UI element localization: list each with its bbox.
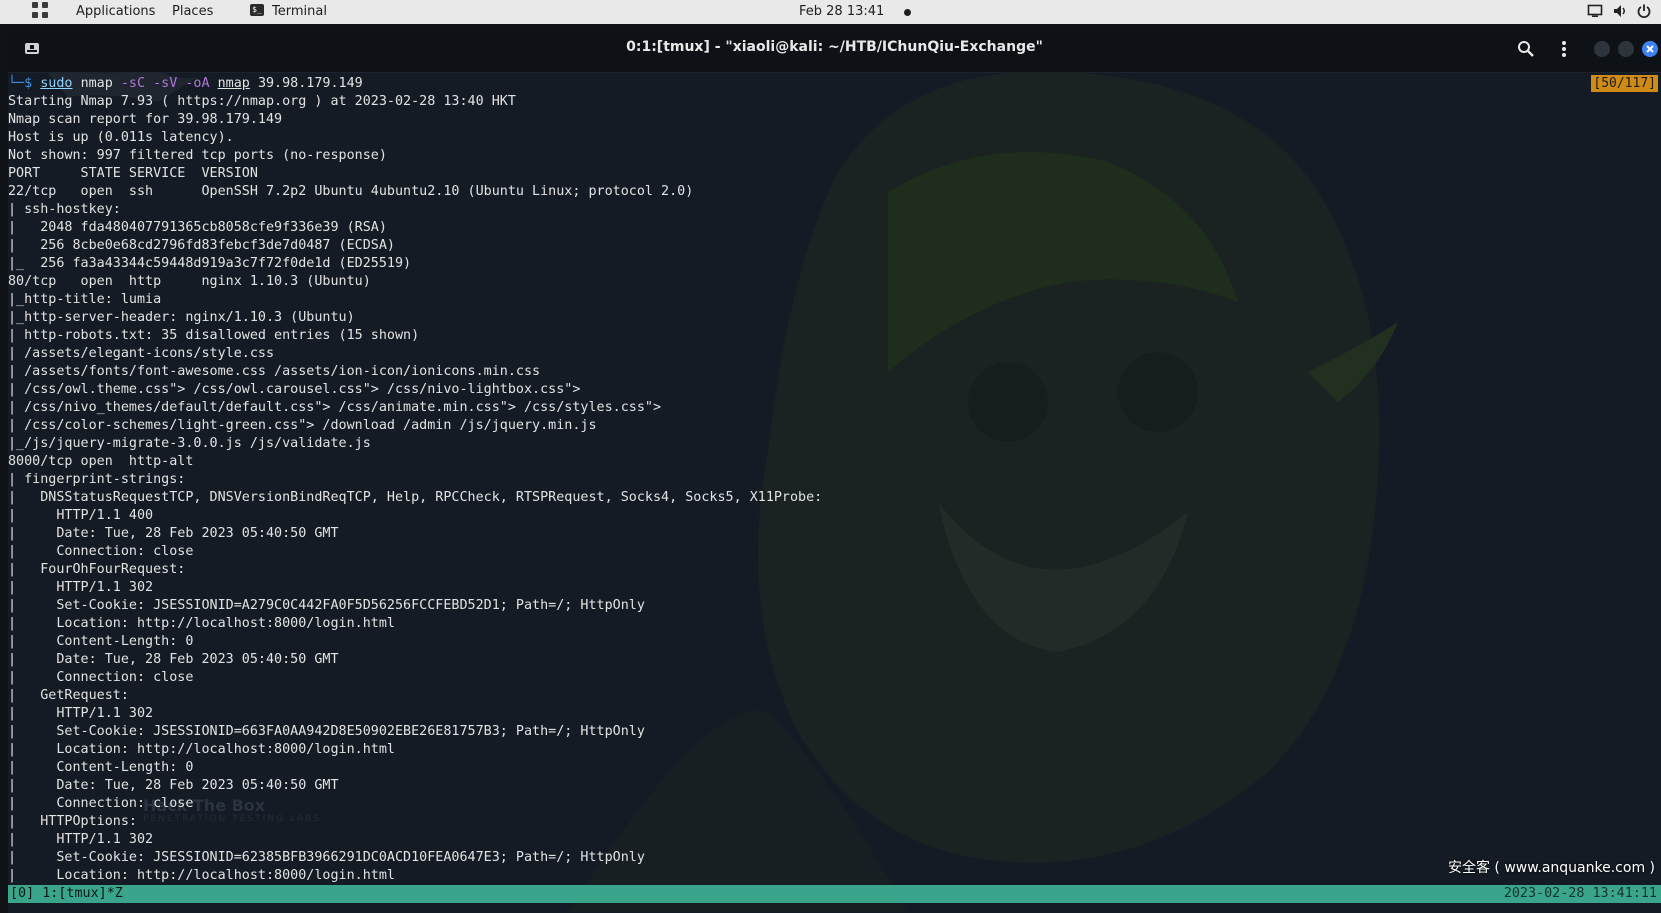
cmd-nmap: nmap (80, 76, 113, 91)
scroll-position-badge: [50/117] (1591, 75, 1658, 92)
output-line: |_http-server-header: nginx/1.10.3 (Ubun… (8, 310, 355, 325)
output-line: 22/tcp open ssh OpenSSH 7.2p2 Ubuntu 4ub… (8, 184, 694, 199)
output-line: | Location: http://localhost:8000/login.… (8, 868, 395, 883)
output-line: | /css/nivo_themes/default/default.css">… (8, 400, 662, 415)
clock[interactable]: Feb 28 13:41 (799, 4, 884, 20)
tmux-window-list[interactable]: [0] 1:[tmux]*Z (10, 885, 123, 903)
output-line: Not shown: 997 filtered tcp ports (no-re… (8, 148, 387, 163)
window-title: 0:1:[tmux] - "xiaoli@kali: ~/HTB/IChunQi… (626, 39, 1043, 55)
output-line: | HTTP/1.1 302 (8, 832, 154, 847)
cmd-flag-oa: -oA (185, 76, 210, 91)
close-button[interactable] (1642, 41, 1658, 57)
cmd-flag-sc: -sC (120, 76, 146, 91)
places-menu[interactable]: Places (172, 4, 213, 20)
output-line: | DNSStatusRequestTCP, DNSVersionBindReq… (8, 490, 823, 505)
power-icon[interactable] (1636, 3, 1652, 19)
cmd-sudo: sudo (40, 76, 73, 91)
output-line: | /css/color-schemes/light-green.css"> /… (8, 418, 597, 433)
output-line: | Set-Cookie: JSESSIONID=62385BFB3966291… (8, 850, 645, 865)
output-line: Host is up (0.011s latency). (8, 130, 234, 145)
terminal-icon: $_ (250, 4, 264, 16)
output-line: | Date: Tue, 28 Feb 2023 05:40:50 GMT (8, 778, 339, 793)
output-line: | Date: Tue, 28 Feb 2023 05:40:50 GMT (8, 652, 339, 667)
tmux-status-bar: [0] 1:[tmux]*Z 2023-02-28 13:41:11 (8, 885, 1661, 903)
output-line: | Set-Cookie: JSESSIONID=A279C0C442FA0F5… (8, 598, 645, 613)
minimize-button[interactable] (1594, 41, 1610, 57)
output-line: | /css/owl.theme.css"> /css/owl.carousel… (8, 382, 581, 397)
nmap-output: Starting Nmap 7.93 ( https://nmap.org ) … (8, 93, 822, 885)
cmd-output-name: nmap (217, 76, 250, 91)
terminal-output-area[interactable]: └─$ sudo nmap -sC -sV -oA nmap 39.98.179… (8, 73, 1661, 885)
close-icon (1646, 45, 1654, 53)
prompt-symbol: └─$ (8, 76, 41, 91)
output-line: | GetRequest: (8, 688, 129, 703)
screen-icon[interactable] (1587, 3, 1603, 19)
window-titlebar[interactable]: 0:1:[tmux] - "xiaoli@kali: ~/HTB/IChunQi… (8, 26, 1661, 73)
applications-menu[interactable]: Applications (76, 4, 155, 20)
output-line: PORT STATE SERVICE VERSION (8, 166, 258, 181)
output-line: | ssh-hostkey: (8, 202, 121, 217)
output-line: 8000/tcp open http-alt (8, 454, 194, 469)
output-line: | Set-Cookie: JSESSIONID=663FA0AA942D8E5… (8, 724, 645, 739)
output-line: | HTTP/1.1 302 (8, 580, 154, 595)
cmd-flag-sv: -sV (153, 76, 178, 91)
output-line: | Date: Tue, 28 Feb 2023 05:40:50 GMT (8, 526, 339, 541)
output-line: | /assets/elegant-icons/style.css (8, 346, 275, 361)
terminal-app-menu[interactable]: Terminal (272, 4, 327, 20)
output-line: | Connection: close (8, 544, 194, 559)
notification-dot-icon (904, 9, 911, 16)
top-panel: Applications Places $_ Terminal Feb 28 1… (0, 0, 1661, 24)
maximize-button[interactable] (1618, 41, 1634, 57)
output-line: | FourOhFourRequest: (8, 562, 186, 577)
tmux-clock: 2023-02-28 13:41:11 (1503, 886, 1657, 901)
output-line: | http-robots.txt: 35 disallowed entries… (8, 328, 420, 343)
output-line: | 256 8cbe0e68cd2796fd83febcf3de7d0487 (… (8, 238, 395, 253)
output-line: | Location: http://localhost:8000/login.… (8, 742, 395, 757)
output-line: Starting Nmap 7.93 ( https://nmap.org ) … (8, 94, 516, 109)
output-line: | 2048 fda480407791365cb8058cfe9f336e39 … (8, 220, 387, 235)
output-line: |_ 256 fa3a43344c59448d919a3c7f72f0de1d … (8, 256, 412, 271)
apps-grid-icon[interactable] (32, 2, 50, 20)
output-line: |_http-title: lumia (8, 292, 162, 307)
command-prompt: └─$ sudo nmap -sC -sV -oA nmap 39.98.179… (8, 75, 363, 93)
volume-icon[interactable] (1612, 3, 1628, 19)
output-line: | Location: http://localhost:8000/login.… (8, 616, 395, 631)
output-line: | Connection: close (8, 670, 194, 685)
output-line: | /assets/fonts/font-awesome.css /assets… (8, 364, 541, 379)
cmd-target-ip: 39.98.179.149 (257, 76, 363, 91)
menu-kebab-icon[interactable] (1554, 39, 1574, 59)
search-icon[interactable] (1516, 39, 1536, 59)
output-line: | Content-Length: 0 (8, 634, 194, 649)
terminal-window: 0:1:[tmux] - "xiaoli@kali: ~/HTB/IChunQi… (8, 26, 1661, 913)
output-line: 80/tcp open http nginx 1.10.3 (Ubuntu) (8, 274, 371, 289)
output-line: | HTTP/1.1 302 (8, 706, 154, 721)
output-line: | fingerprint-strings: (8, 472, 186, 487)
output-line: | Connection: close (8, 796, 194, 811)
output-line: Nmap scan report for 39.98.179.149 (8, 112, 283, 127)
output-line: |_/js/jquery-migrate-3.0.0.js /js/valida… (8, 436, 371, 451)
output-line: | HTTP/1.1 400 (8, 508, 154, 523)
output-line: | Content-Length: 0 (8, 760, 194, 775)
watermark-text: 安全客 ( www.anquanke.com ) (1447, 860, 1655, 876)
output-line: | HTTPOptions: (8, 814, 137, 829)
